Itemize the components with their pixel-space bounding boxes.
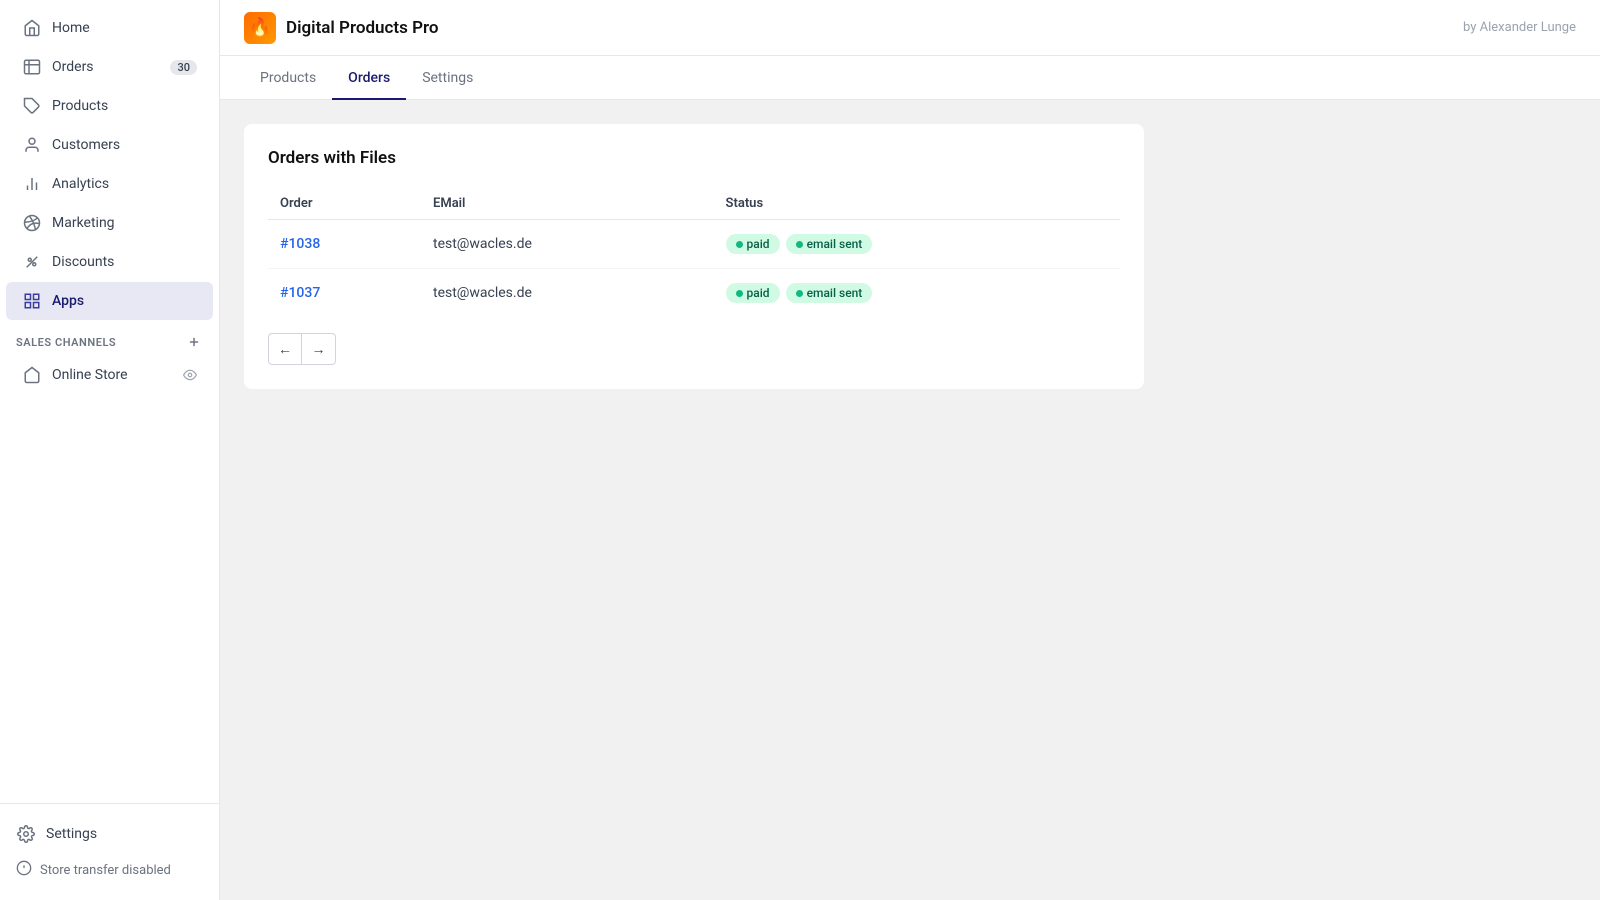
sidebar-bottom: Settings Store transfer disabled — [0, 803, 219, 900]
table-row: #1037 test@wacles.de paid email sent — [268, 269, 1120, 318]
add-sales-channel-button[interactable] — [185, 333, 203, 351]
order-email-0: test@wacles.de — [421, 220, 714, 269]
badge-dot-paid-0 — [736, 241, 743, 248]
badge-dot-email-1 — [796, 290, 803, 297]
tab-products[interactable]: Products — [244, 56, 332, 100]
badge-email-1: email sent — [786, 283, 873, 303]
orders-badge: 30 — [170, 60, 197, 75]
app-header: 🔥 Digital Products Pro by Alexander Lung… — [220, 0, 1600, 56]
settings-icon — [16, 824, 36, 844]
sidebar-item-online-store[interactable]: Online Store — [6, 356, 213, 394]
col-order: Order — [268, 188, 421, 220]
apps-icon — [22, 291, 42, 311]
store-transfer-icon — [16, 860, 32, 880]
sidebar-nav: Home Orders 30 Products Customers Anal — [0, 0, 219, 803]
sidebar-item-analytics[interactable]: Analytics — [6, 165, 213, 203]
sidebar: Home Orders 30 Products Customers Anal — [0, 0, 220, 900]
order-status-0: paid email sent — [714, 220, 1120, 269]
products-icon — [22, 96, 42, 116]
badge-dot-paid-1 — [736, 290, 743, 297]
next-page-button[interactable]: → — [302, 333, 336, 365]
sidebar-item-orders[interactable]: Orders 30 — [6, 48, 213, 86]
analytics-icon — [22, 174, 42, 194]
orders-icon — [22, 57, 42, 77]
discounts-icon — [22, 252, 42, 272]
col-status: Status — [714, 188, 1120, 220]
online-store-icon — [22, 365, 42, 385]
app-by: by Alexander Lunge — [1463, 20, 1576, 35]
sales-channels-section: SALES CHANNELS — [0, 321, 219, 355]
sidebar-item-customers[interactable]: Customers — [6, 126, 213, 164]
orders-card: Orders with Files Order EMail Status #10… — [244, 124, 1144, 389]
order-link-1[interactable]: #1037 — [280, 285, 320, 301]
sidebar-item-products[interactable]: Products — [6, 87, 213, 125]
sidebar-item-apps[interactable]: Apps — [6, 282, 213, 320]
badge-dot-email-0 — [796, 241, 803, 248]
home-icon — [22, 18, 42, 38]
tab-settings[interactable]: Settings — [406, 56, 489, 100]
badge-email-0: email sent — [786, 234, 873, 254]
app-title-container: 🔥 Digital Products Pro — [244, 12, 438, 44]
badge-paid-0: paid — [726, 234, 780, 254]
order-email-1: test@wacles.de — [421, 269, 714, 318]
content-area: Orders with Files Order EMail Status #10… — [220, 100, 1600, 900]
customers-icon — [22, 135, 42, 155]
badge-paid-1: paid — [726, 283, 780, 303]
sidebar-item-marketing[interactable]: Marketing — [6, 204, 213, 242]
pagination: ← → — [268, 333, 1120, 365]
order-status-1: paid email sent — [714, 269, 1120, 318]
sidebar-item-discounts[interactable]: Discounts — [6, 243, 213, 281]
app-title: Digital Products Pro — [286, 18, 438, 38]
sidebar-item-settings[interactable]: Settings — [0, 816, 219, 852]
tabs: Products Orders Settings — [220, 56, 1600, 100]
main-content: 🔥 Digital Products Pro by Alexander Lung… — [220, 0, 1600, 900]
col-email: EMail — [421, 188, 714, 220]
order-link-0[interactable]: #1038 — [280, 236, 320, 252]
online-store-visibility-icon — [183, 368, 197, 382]
orders-card-title: Orders with Files — [268, 148, 1120, 168]
orders-table: Order EMail Status #1038 test@wacles.de … — [268, 188, 1120, 317]
store-transfer-status: Store transfer disabled — [0, 852, 219, 888]
prev-page-button[interactable]: ← — [268, 333, 302, 365]
marketing-icon — [22, 213, 42, 233]
table-row: #1038 test@wacles.de paid email sent — [268, 220, 1120, 269]
app-icon: 🔥 — [244, 12, 276, 44]
tab-orders[interactable]: Orders — [332, 56, 406, 100]
sidebar-item-home[interactable]: Home — [6, 9, 213, 47]
